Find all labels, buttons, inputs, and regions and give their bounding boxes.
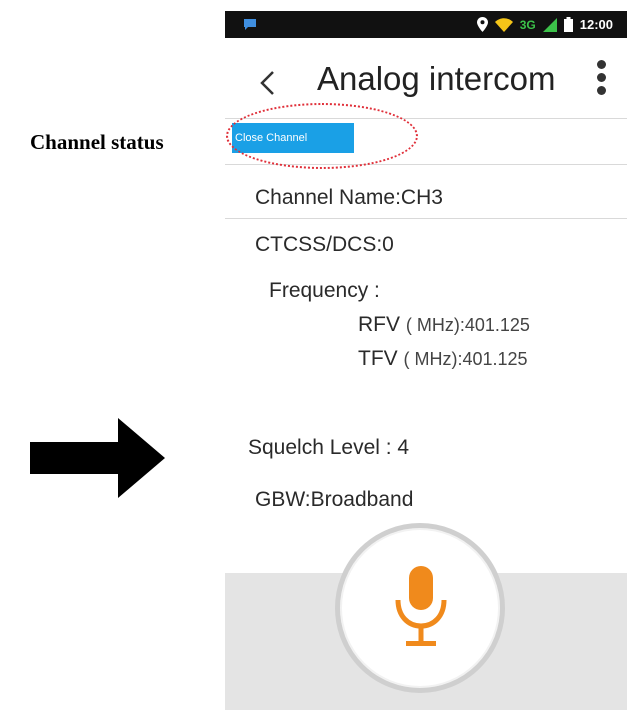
close-channel-button[interactable]: Close Channel bbox=[232, 123, 354, 153]
channel-name: Channel Name:CH3 bbox=[255, 186, 443, 209]
right-arrow-icon bbox=[30, 418, 165, 498]
chevron-left-icon[interactable] bbox=[253, 66, 281, 100]
gbw-mode: GBW:Broadband bbox=[255, 488, 414, 511]
channel-status-annotation: Channel status bbox=[30, 130, 164, 154]
rfv-frequency: RFV ( MHz):401.125 bbox=[358, 313, 530, 337]
overflow-menu-icon[interactable] bbox=[595, 60, 609, 104]
location-icon bbox=[476, 17, 488, 32]
tfv-label: TFV bbox=[358, 347, 398, 370]
network-type: 3G bbox=[519, 17, 536, 32]
notification-icon bbox=[244, 19, 256, 30]
wifi-icon bbox=[494, 17, 513, 32]
rfv-value: ( MHz):401.125 bbox=[405, 315, 530, 335]
battery-icon bbox=[563, 17, 573, 32]
microphone-icon bbox=[395, 566, 447, 646]
tfv-frequency: TFV ( MHz):401.125 bbox=[358, 347, 528, 371]
page-title: Analog intercom bbox=[317, 60, 556, 97]
rfv-label: RFV bbox=[358, 313, 400, 336]
divider bbox=[225, 218, 627, 219]
clock: 12:00 bbox=[579, 17, 613, 32]
channel-status-row: Close Channel bbox=[225, 118, 627, 165]
squelch-level: Squelch Level : 4 bbox=[248, 436, 410, 459]
frequency-label: Frequency : bbox=[269, 279, 380, 302]
app-bar: Analog intercom bbox=[225, 38, 627, 119]
signal-icon bbox=[542, 17, 557, 32]
phone-screen: 3G 12:00 Analog intercom Close Channel C… bbox=[225, 11, 627, 710]
talk-button[interactable] bbox=[335, 523, 505, 693]
status-bar: 3G 12:00 bbox=[225, 11, 627, 38]
tfv-value: ( MHz):401.125 bbox=[403, 349, 528, 369]
ctcss-dcs: CTCSS/DCS:0 bbox=[255, 233, 394, 256]
